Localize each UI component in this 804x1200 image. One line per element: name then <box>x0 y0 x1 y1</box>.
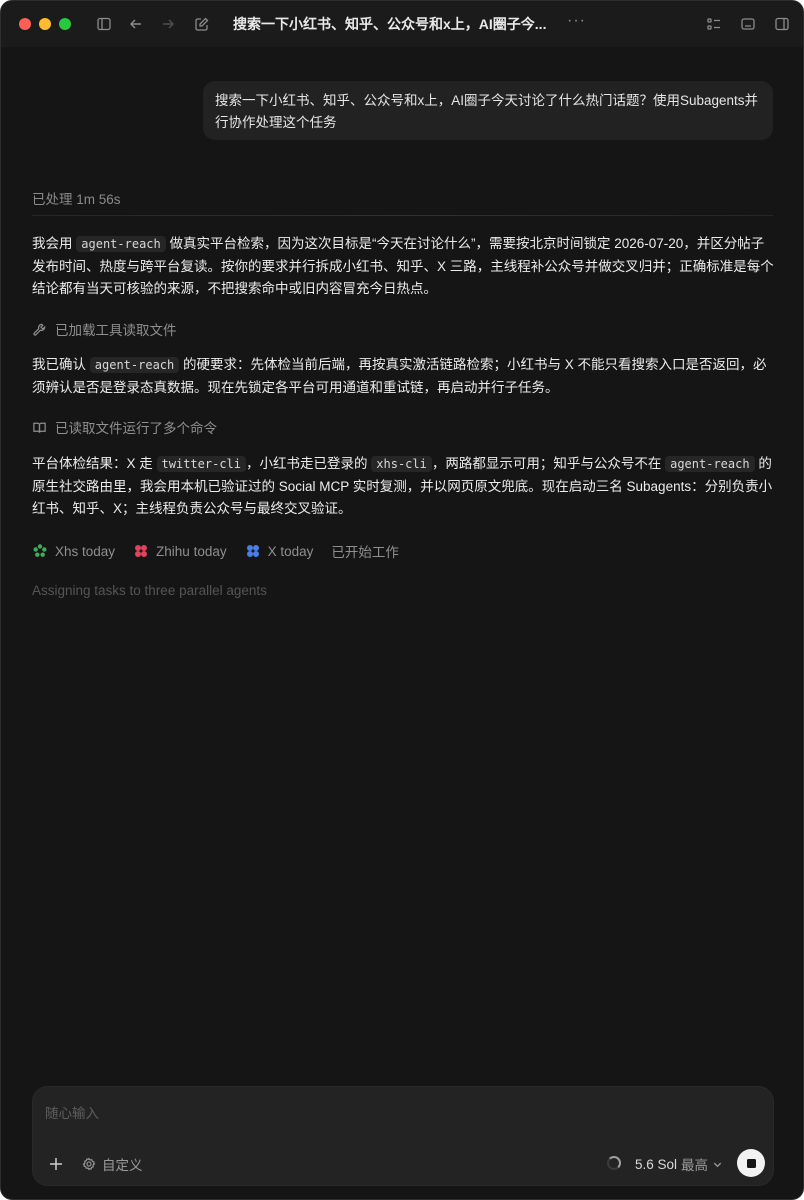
agent-zhihu[interactable]: Zhihu today <box>133 543 227 559</box>
more-options-icon[interactable]: ··· <box>567 12 586 30</box>
assistant-paragraph-3: 平台体检结果：X 走 twitter-cli ，小红书走已登录的 xhs-cli，… <box>32 453 777 521</box>
chevron-down-icon <box>713 1162 722 1167</box>
inline-code: agent-reach <box>89 357 180 373</box>
text-segment: ，小红书走已登录的 <box>246 456 372 471</box>
divider <box>32 215 773 216</box>
text-segment: 我会用 <box>32 236 77 251</box>
forward-arrow-icon[interactable] <box>157 13 179 35</box>
add-attachment-button[interactable] <box>45 1153 67 1175</box>
zhihu-agent-icon <box>135 545 148 557</box>
new-chat-icon[interactable] <box>191 13 213 35</box>
composer-input[interactable]: 随心输入 <box>45 1102 99 1122</box>
agent-label: Zhihu today <box>156 543 227 559</box>
agents-status: 已开始工作 <box>331 545 399 560</box>
window-title: 搜索一下小红书、知乎、公众号和x上，AI圈子今... <box>233 16 547 32</box>
inline-code: twitter-cli <box>156 456 246 472</box>
inline-code: xhs-cli <box>371 456 432 472</box>
text-segment: 平台体检结果：X 走 <box>32 456 157 471</box>
assistant-paragraph-1: 我会用 agent-reach 做真实平台检索，因为这次目标是“今天在讨论什么”… <box>32 233 777 301</box>
assistant-paragraph-2: 我已确认 agent-reach 的硬要求：先体检当前后端，再按真实激活链路检索… <box>32 354 777 399</box>
sidebar-toggle-icon[interactable] <box>93 13 115 35</box>
stop-icon <box>746 1158 756 1168</box>
assigning-status: Assigning tasks to three parallel agents <box>32 583 267 598</box>
xhs-agent-icon <box>33 544 47 557</box>
text-segment: ，两路都显示可用；知乎与公众号不在 <box>431 456 666 471</box>
processing-duration[interactable]: 已处理 1m 56s <box>32 188 121 208</box>
checklist-icon[interactable] <box>703 13 725 35</box>
agent-x[interactable]: X today <box>245 543 314 559</box>
user-message-bubble: 搜索一下小红书、知乎、公众号和x上，AI圈子今天讨论了什么热门话题？使用Suba… <box>203 81 773 140</box>
tool-activity-load[interactable]: 已加载工具读取文件 <box>32 319 177 339</box>
right-panel-icon[interactable] <box>771 13 793 35</box>
tool-activity-label: 已读取文件运行了多个命令 <box>55 421 217 436</box>
model-level: 最高 <box>681 1158 709 1173</box>
close-window-button[interactable] <box>19 18 31 30</box>
gear-icon <box>82 1157 96 1171</box>
tool-activity-commands[interactable]: 已读取文件运行了多个命令 <box>32 417 217 437</box>
custom-settings-button[interactable]: 自定义 <box>82 1154 143 1174</box>
text-segment: 我已确认 <box>32 357 90 372</box>
back-arrow-icon[interactable] <box>125 13 147 35</box>
loading-spinner-icon <box>607 1156 621 1170</box>
wrench-icon <box>33 323 46 336</box>
subagents-row: Xhs today Zhihu today X today 已开始工作 <box>32 541 399 561</box>
stop-generation-button[interactable] <box>737 1149 765 1177</box>
agent-label: X today <box>267 543 314 559</box>
book-icon <box>33 422 46 433</box>
plus-icon <box>50 1158 62 1170</box>
inline-code: agent-reach <box>76 236 166 252</box>
message-composer[interactable]: 随心输入 自定义 5.6 Sol 最高 <box>32 1086 774 1186</box>
x-agent-icon <box>246 545 259 557</box>
tool-activity-label: 已加载工具读取文件 <box>55 323 177 338</box>
agent-xhs[interactable]: Xhs today <box>32 543 115 559</box>
title-bar: 搜索一下小红书、知乎、公众号和x上，AI圈子今... ··· <box>1 1 803 47</box>
inline-code: agent-reach <box>665 456 755 472</box>
custom-settings-label: 自定义 <box>102 1158 143 1173</box>
app-window: 搜索一下小红书、知乎、公众号和x上，AI圈子今... ··· 搜索一下小红书、知… <box>0 0 804 1200</box>
model-selector[interactable]: 5.6 Sol 最高 <box>635 1154 723 1174</box>
terminal-panel-icon[interactable] <box>737 13 759 35</box>
minimize-window-button[interactable] <box>39 18 51 30</box>
agent-label: Xhs today <box>55 543 116 559</box>
maximize-window-button[interactable] <box>59 18 71 30</box>
model-name: 5.6 Sol <box>635 1156 678 1172</box>
